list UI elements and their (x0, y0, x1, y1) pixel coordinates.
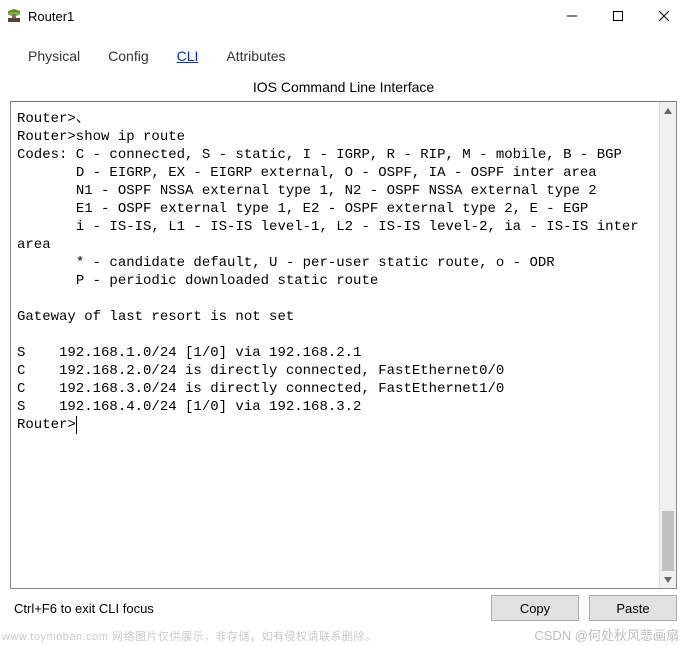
panel-title: IOS Command Line Interface (0, 71, 687, 101)
tab-cli[interactable]: CLI (163, 42, 213, 70)
scroll-thumb[interactable] (662, 511, 674, 571)
copy-button[interactable]: Copy (491, 595, 579, 621)
tab-bar: Physical Config CLI Attributes (0, 32, 687, 71)
router-icon (6, 8, 22, 24)
tab-attributes[interactable]: Attributes (212, 42, 299, 70)
window-title: Router1 (28, 9, 549, 24)
paste-button[interactable]: Paste (589, 595, 677, 621)
terminal-cursor (76, 416, 85, 434)
cli-terminal[interactable]: Router>、 Router>show ip route Codes: C -… (11, 102, 659, 588)
cli-focus-hint: Ctrl+F6 to exit CLI focus (14, 601, 481, 616)
maximize-button[interactable] (595, 0, 641, 32)
scroll-track[interactable] (660, 119, 676, 571)
scroll-down-icon[interactable] (660, 571, 676, 588)
footer-bar: Ctrl+F6 to exit CLI focus Copy Paste (0, 589, 687, 621)
minimize-button[interactable] (549, 0, 595, 32)
tab-config[interactable]: Config (94, 42, 162, 70)
terminal-prompt: Router> (17, 416, 76, 434)
close-button[interactable] (641, 0, 687, 32)
watermark-left: www.toymoban.com 网络图片仅供展示，非存储，如有侵权请联系删除。 (2, 628, 376, 644)
scroll-up-icon[interactable] (660, 102, 676, 119)
cli-terminal-frame: Router>、 Router>show ip route Codes: C -… (10, 101, 677, 589)
window-controls (549, 0, 687, 32)
tab-physical[interactable]: Physical (14, 42, 94, 70)
window-titlebar: Router1 (0, 0, 687, 32)
watermark-right: CSDN @何处秋风悲画扇 (534, 625, 679, 644)
terminal-output: Router>、 Router>show ip route Codes: C -… (17, 111, 647, 415)
terminal-scrollbar[interactable] (659, 102, 676, 588)
